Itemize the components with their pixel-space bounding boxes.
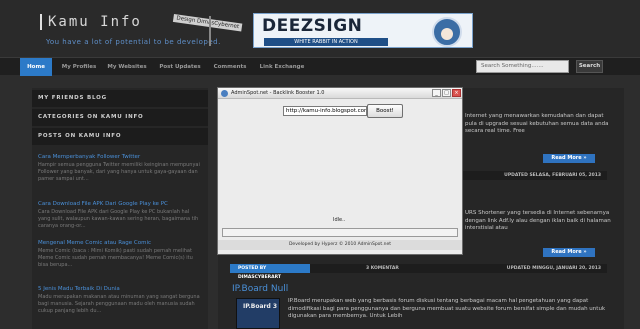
site-tagline: You have a lot of potential to be develo… xyxy=(46,38,221,46)
comment-count[interactable]: 3 KOMENTAR xyxy=(366,264,399,273)
boost-button[interactable]: Boost! xyxy=(367,104,403,118)
close-icon[interactable]: × xyxy=(452,89,461,97)
sidebar-post: Cara Download File APK Dari Google Play … xyxy=(38,201,202,230)
sidebar-post-title[interactable]: 5 Jenis Madu Terbaik Di Dunia xyxy=(38,286,202,292)
sidebar-post-title[interactable]: Cara Download File APK Dari Google Play … xyxy=(38,201,202,207)
widget-title-friends-blog[interactable]: MY FRIENDS BLOG xyxy=(32,90,208,107)
sidebar-post-excerpt: Cara Download File APK dari Google Play … xyxy=(38,209,199,229)
nav-item-link-exchange[interactable]: Link Exchange xyxy=(254,58,310,76)
sidebar: MY FRIENDS BLOG CATEGORIES ON KAMU INFO … xyxy=(32,88,208,329)
post-body-text: URS Shortener yang tersedia di Internet … xyxy=(465,210,611,231)
app-icon xyxy=(221,90,228,97)
widget-title-categories[interactable]: CATEGORIES ON KAMU INFO xyxy=(32,109,208,126)
sidebar-post: Mengenal Meme Comic atau Rage Comic Meme… xyxy=(38,240,202,269)
progress-bar xyxy=(222,228,458,237)
thumbnail-label: IP.Board 3 xyxy=(243,303,278,310)
sidebar-post-title[interactable]: Mengenal Meme Comic atau Rage Comic xyxy=(38,240,202,246)
nav-item-my-profiles[interactable]: My Profiles xyxy=(58,58,100,76)
banner-character-image xyxy=(432,17,462,47)
header-banner[interactable]: DEEZSIGN WHITE RABBIT IN ACTION xyxy=(253,13,473,48)
article-title[interactable]: IP.Board Null xyxy=(232,284,288,294)
url-input[interactable]: http://kamu-info.blogspot.com xyxy=(283,106,367,116)
nav-item-comments[interactable]: Comments xyxy=(210,58,250,76)
header-divider xyxy=(209,16,211,46)
banner-logo: DEEZSIGN xyxy=(262,16,363,36)
window-title: AdminSpot.net - Backlink Booster 1.0 xyxy=(231,90,325,96)
sidebar-post-excerpt: Meme Comic (baca : Mimi Komik) pasti sud… xyxy=(38,248,193,268)
article-body-text: IP.Board merupakan web yang berbasis for… xyxy=(288,298,606,319)
search-button[interactable]: Search xyxy=(576,60,603,73)
design-credit-label: Design DimasCybernet xyxy=(172,14,243,32)
search-input[interactable]: Search Something....... xyxy=(476,60,569,73)
sidebar-post: 5 Jenis Madu Terbaik Di Dunia Madu merup… xyxy=(38,286,202,315)
read-more-button[interactable]: Read More » xyxy=(543,248,595,257)
read-more-button[interactable]: Read More » xyxy=(543,154,595,163)
site-header: Kamu Info You have a lot of potential to… xyxy=(0,0,640,58)
nav-item-post-updates[interactable]: Post Updates xyxy=(154,58,206,76)
status-text: Idle.. xyxy=(333,217,346,223)
sidebar-post-excerpt: Madu merupakan makanan atau minuman yang… xyxy=(38,294,200,314)
nav-item-home[interactable]: Home xyxy=(20,58,52,76)
posted-by-label[interactable]: POSTED BY DIMASCYBERART xyxy=(230,264,310,280)
main-nav: Home My Profiles My Websites Post Update… xyxy=(0,57,640,76)
post-meta-bar: POSTED BY DIMASCYBERART 3 KOMENTAR UPDAT… xyxy=(230,264,607,280)
widget-title-posts[interactable]: POSTS ON KAMU INFO xyxy=(32,128,208,145)
developer-credit: Developed by Hyperz © 2010 AdminSpot.net xyxy=(218,240,462,250)
post-updated-date: UPDATED SELASA, FEBRUARI 05, 2013 xyxy=(504,173,601,178)
nav-item-my-websites[interactable]: My Websites xyxy=(103,58,151,76)
site-title[interactable]: Kamu Info xyxy=(40,14,142,30)
article-thumbnail[interactable]: IP.Board 3 xyxy=(236,298,280,329)
maximize-icon[interactable]: □ xyxy=(442,89,451,97)
browser-page: Kamu Info You have a lot of potential to… xyxy=(0,0,640,329)
sidebar-post: Cara Memperbanyak Follower Twitter Hampi… xyxy=(38,154,202,183)
sidebar-post-excerpt: Hampir semua pengguna Twitter memiliki k… xyxy=(38,162,200,182)
minimize-icon[interactable]: _ xyxy=(432,89,441,97)
post-body-text: Internet yang menawarkan kemudahan dan d… xyxy=(465,113,609,134)
sidebar-post-title[interactable]: Cara Memperbanyak Follower Twitter xyxy=(38,154,202,160)
window-titlebar[interactable]: AdminSpot.net - Backlink Booster 1.0 _ □… xyxy=(218,88,462,99)
banner-subtitle: WHITE RABBIT IN ACTION xyxy=(264,38,388,46)
backlink-booster-window: AdminSpot.net - Backlink Booster 1.0 _ □… xyxy=(217,87,463,255)
post-updated-date: UPDATED MINGGU, JANUARI 20, 2013 xyxy=(506,266,601,271)
